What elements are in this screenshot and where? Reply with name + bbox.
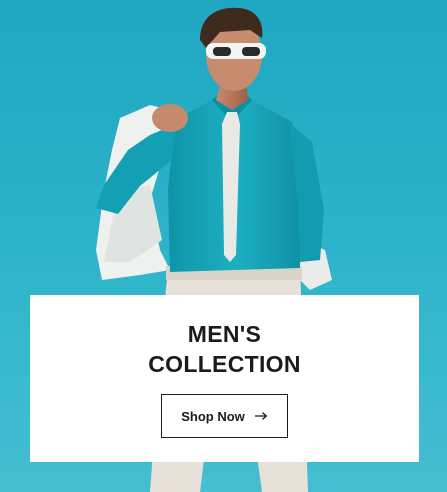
arrow-right-icon [254, 411, 268, 421]
promo-title: MEN'S COLLECTION [30, 319, 419, 379]
promo-title-line-2: COLLECTION [148, 351, 301, 377]
promo-title-line-1: MEN'S [187, 321, 262, 347]
promo-card: MEN'S COLLECTION Shop Now [30, 295, 419, 462]
shop-now-button[interactable]: Shop Now [161, 394, 288, 438]
shop-now-label: Shop Now [181, 408, 245, 424]
hero-banner: MEN'S COLLECTION Shop Now [0, 0, 447, 492]
